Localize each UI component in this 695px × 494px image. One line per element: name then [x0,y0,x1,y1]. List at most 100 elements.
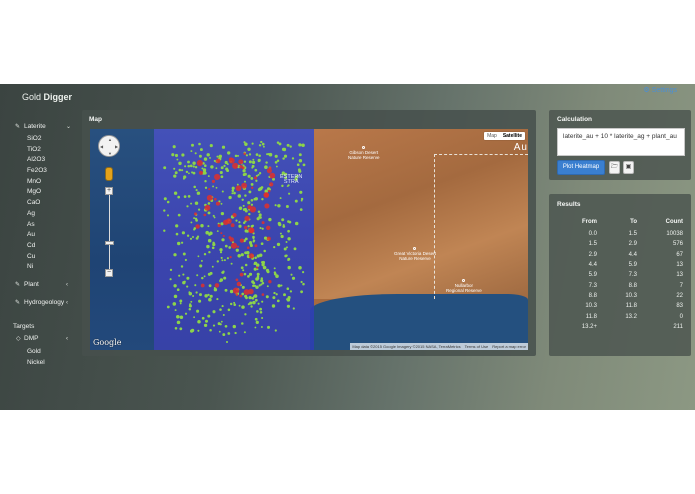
map-type-satellite-button[interactable]: Satellite [500,132,525,140]
heatmap-hotspot [232,162,239,169]
heatmap-point [221,305,224,308]
calculation-title: Calculation [557,116,593,123]
sidebar-item-hydrogeology[interactable]: ✎ Hydrogeology ‹ [0,297,82,309]
heatmap-point [242,204,245,207]
cell-count: 67 [676,251,683,258]
heatmap-point [222,314,225,316]
plot-heatmap-button[interactable]: Plot Heatmap [557,160,605,175]
settings-link[interactable]: ⚙ Settings [643,86,677,95]
place-label: Gibson Desert Nature Reserve [348,150,380,160]
sidebar-subitem[interactable]: Au [0,230,82,241]
open-folder-icon[interactable]: 🗁 [609,161,620,174]
column-header-to: To [630,219,637,225]
zoom-in-button[interactable]: + [105,187,113,195]
heatmap-hotspot [222,234,225,238]
heatmap-point [194,201,199,205]
heatmap-point [174,309,177,312]
heatmap-point [274,204,277,207]
heatmap-point [166,305,170,309]
heatmap-point [258,213,262,217]
cell-from: 11.8 [585,313,597,320]
heatmap-point [280,284,283,287]
heatmap-point [186,234,190,237]
heatmap-point [252,240,255,243]
heatmap-point [172,145,176,149]
table-row: 13.2+ 211 [557,322,683,332]
sidebar-item-label: Laterite [24,122,46,130]
heatmap-point [179,315,184,320]
heatmap-point [252,295,255,298]
heatmap-point [201,276,204,280]
place-marker[interactable]: Great Victoria Desert Nature Reserve [394,247,436,261]
heatmap-point [223,259,226,262]
sidebar-subitem[interactable]: MgO [0,187,82,198]
heatmap-point [234,331,237,335]
heatmap-point [198,154,202,158]
zoom-out-button[interactable]: − [105,269,113,277]
heatmap-hotspot [243,225,248,230]
heatmap-point [293,247,297,251]
heatmap-hotspot [256,266,259,269]
street-view-pegman-icon[interactable] [105,167,113,181]
sidebar-subitem[interactable]: TiO2 [0,145,82,156]
sidebar-subitem[interactable]: MnO [0,177,82,188]
map-panel: Map Gibson Desert Nature Reserve Great V… [82,110,536,356]
pan-control[interactable]: ▲ ▼ ◀ ▶ [98,135,120,157]
heatmap-point [207,211,211,215]
sidebar-subitem[interactable]: CaO [0,198,82,209]
formula-input[interactable] [557,128,685,156]
heatmap-point [218,330,221,333]
sidebar-subitem[interactable]: Gold [0,347,82,358]
heatmap-point [226,169,230,173]
heatmap-point [216,298,219,301]
heatmap-point [211,246,215,250]
heatmap-point [182,281,186,285]
place-marker[interactable]: Nullarbor Regional Reserve [446,279,482,293]
terms-link[interactable]: Terms of Use [465,344,489,349]
save-icon[interactable]: ▣ [623,161,634,174]
heatmap-point [237,254,241,258]
heatmap-point [286,304,290,308]
sidebar-subitem[interactable]: Cu [0,252,82,263]
sidebar-subitem[interactable]: As [0,220,82,231]
map-canvas[interactable]: Gibson Desert Nature Reserve Great Victo… [90,129,528,350]
sidebar-subitem[interactable]: Al2O3 [0,155,82,166]
heatmap-hotspot [217,223,221,228]
sidebar-subitem[interactable]: Cd [0,241,82,252]
heatmap-point [235,248,239,252]
sidebar-subitem[interactable]: SiO2 [0,134,82,145]
heatmap-point [248,160,252,164]
zoom-slider-handle[interactable] [105,241,114,245]
heatmap-point [206,153,210,157]
heatmap-point [273,245,276,249]
ocean-south [310,294,528,350]
heatmap-point [179,327,183,331]
heatmap-hotspot [254,244,258,248]
heatmap-point [275,165,278,168]
report-error-link[interactable]: Report a map error [492,344,526,349]
sidebar-item-plant[interactable]: ✎ Plant ‹ [0,279,82,291]
sidebar-subitem[interactable]: Fe2O3 [0,166,82,177]
heatmap-point [234,154,238,158]
zoom-track[interactable] [109,189,110,274]
heatmap-hotspot [269,182,274,187]
heatmap-point [277,284,281,288]
heatmap-point [177,213,181,217]
sidebar-item-dmp[interactable]: ◇ DMP ‹ [0,333,82,345]
map-type-map-button[interactable]: Map [484,132,500,140]
heatmap-point [286,143,290,147]
heatmap-point [209,328,212,332]
sidebar-subitem[interactable]: Nickel [0,358,82,369]
heatmap-point [233,191,236,195]
heatmap-point [203,252,207,256]
heatmap-point [285,204,289,209]
sidebar-subitem[interactable]: Ag [0,209,82,220]
sidebar-item-laterite[interactable]: ✎ Laterite ⌄ [0,120,82,132]
heatmap-point [241,305,245,309]
heatmap-point [258,284,261,287]
heatmap-point [298,266,302,270]
heatmap-point [273,272,277,276]
sidebar-subitem[interactable]: Ni [0,262,82,273]
cell-to [597,322,637,332]
place-marker[interactable]: Gibson Desert Nature Reserve [348,146,380,160]
